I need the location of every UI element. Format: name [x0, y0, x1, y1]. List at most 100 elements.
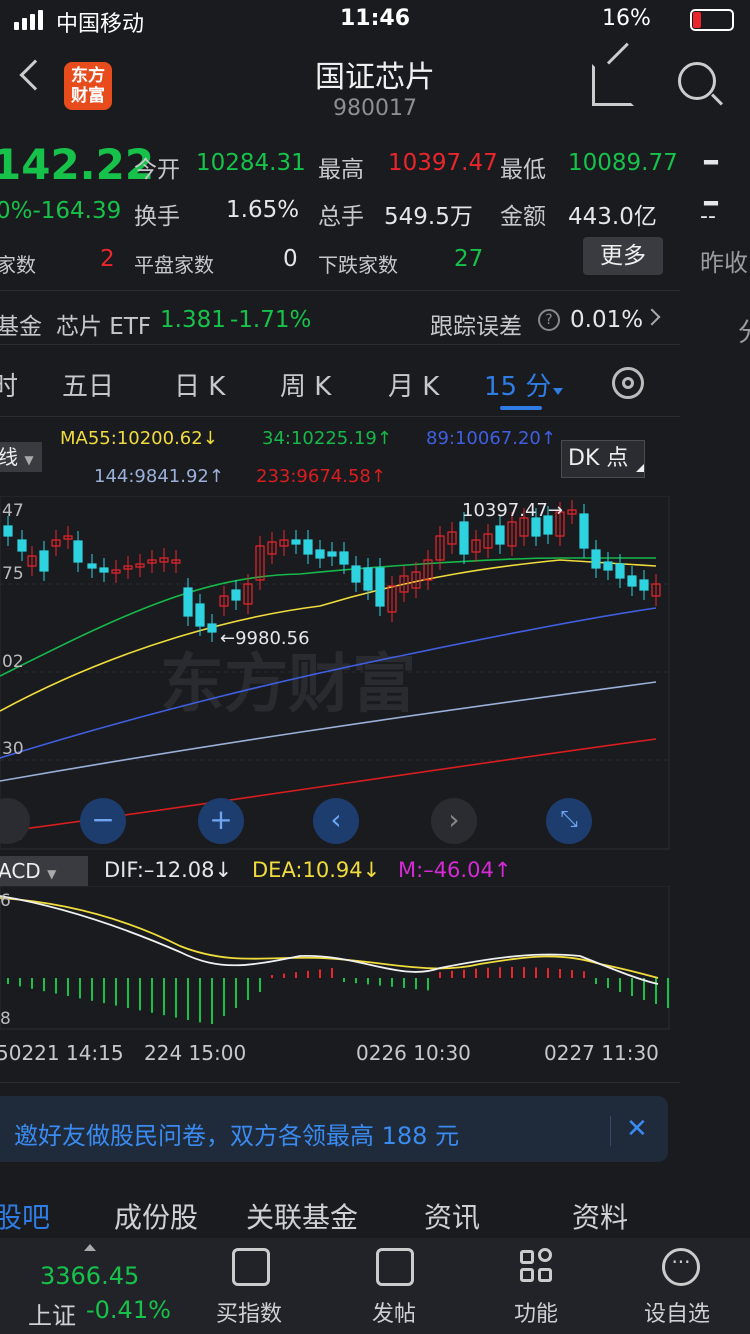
price-change: 0%-164.39 [0, 198, 122, 224]
page-title: 国证芯片 [315, 60, 435, 95]
grid-icon[interactable] [520, 1250, 534, 1264]
tab-related-funds[interactable]: 关联基金 [246, 1196, 358, 1236]
ma144-legend: 144:9841.92↑ [94, 466, 224, 487]
chevron-right-icon [643, 308, 661, 326]
prev-close-label: 昨收 [700, 249, 748, 277]
flat-count: 0 [283, 246, 298, 272]
volume-label: 总手 [318, 204, 364, 230]
price-axis-label: 30 [2, 739, 24, 759]
candle-body [615, 563, 625, 579]
time-label: 224 15:00 [144, 1041, 247, 1065]
header: 东方 财富 国证芯片 980017 [0, 40, 750, 130]
index-change[interactable]: -0.41% [86, 1296, 171, 1324]
fund-row[interactable]: 基金 芯片 ETF 1.381 -1.71% 跟踪误差 ? 0.01% [0, 295, 680, 343]
tab-daily[interactable]: 日 K [174, 366, 225, 403]
post-label[interactable]: 发帖 [372, 1296, 416, 1328]
divider [0, 290, 680, 291]
dk-point-button[interactable]: DK 点 [561, 440, 645, 478]
promo-banner-text[interactable]: 邀好友做股民问卷，双方各领最高 188 元 [14, 1116, 459, 1151]
candle-body [3, 525, 13, 537]
high-annotation: 10397.47→ [462, 500, 563, 521]
fullscreen-button[interactable]: ⤡ [546, 798, 592, 844]
up-count: 2 [100, 246, 115, 272]
low-annotation: ←9980.56 [220, 628, 310, 649]
macd-axis-label: 6 [0, 891, 11, 911]
tab-constituents[interactable]: 成份股 [114, 1196, 198, 1236]
tab-news[interactable]: 资讯 [424, 1196, 480, 1236]
price-axis-label: 02 [2, 652, 24, 672]
signal-icon [14, 10, 43, 30]
side-dash: -- [700, 204, 716, 229]
index-value[interactable]: 3366.45 [40, 1262, 139, 1290]
tab-monthly[interactable]: 月 K [388, 366, 439, 403]
candle-body [495, 525, 505, 545]
scroll-right-button[interactable]: › [431, 798, 477, 844]
carrier-name: 中国移动 [56, 12, 145, 37]
candle-body [315, 549, 325, 559]
scroll-left-button[interactable]: ‹ [313, 798, 359, 844]
tab-intraday[interactable]: 时 [0, 366, 18, 403]
high-label: 最高 [318, 157, 364, 183]
candle-body [579, 513, 589, 549]
candle-body [627, 575, 637, 587]
candle-body [603, 561, 613, 571]
candle-body [231, 589, 241, 601]
grid-icon-circle [538, 1248, 552, 1262]
close-icon[interactable]: ✕ [626, 1114, 648, 1144]
add-watchlist-label[interactable]: 设自选 [644, 1296, 710, 1328]
fund-name: 芯片 ETF [56, 314, 152, 340]
grid-icon-cell [520, 1268, 534, 1282]
candle-body [207, 623, 217, 633]
battery-percent: 16% [602, 6, 651, 31]
macd-chart[interactable]: 6 8 [0, 886, 670, 1030]
zoom-in-button[interactable]: + [198, 798, 244, 844]
tracking-label: 跟踪误差 [430, 314, 522, 340]
active-tab-indicator [500, 406, 542, 410]
functions-label[interactable]: 功能 [514, 1296, 558, 1328]
dropdown-triangle-icon [553, 388, 563, 395]
ma55-legend: MA55:10200.62↓ [60, 428, 218, 449]
more-dots-icon[interactable]: ··· [662, 1248, 700, 1286]
buy-index-label[interactable]: 买指数 [216, 1296, 282, 1328]
tab-five-day[interactable]: 五日 [62, 366, 114, 403]
corner-triangle-icon [628, 464, 644, 472]
macd-select[interactable]: ACD ▼ [0, 856, 88, 886]
tracking-value: 0.01% [570, 307, 644, 333]
more-button[interactable]: 更多 [583, 237, 663, 275]
bottom-nav: 3366.45 上证 -0.41% 买指数 发帖 功能 ··· 设自选 [0, 1238, 750, 1334]
ma34-legend: 34:10225.19↑ [262, 428, 392, 449]
ma233-legend: 233:9674.58↑ [256, 466, 386, 487]
search-icon[interactable] [678, 62, 716, 100]
amount-value: 443.0亿 [568, 204, 657, 230]
kline-chart[interactable]: 东方财富 10397.47→ ←9980.56 47 75 02 30 58 [0, 496, 670, 850]
banner-divider [610, 1116, 611, 1146]
candle-body [17, 539, 27, 552]
trend-chart-icon[interactable] [232, 1248, 270, 1286]
time-label: 0227 11:30 [544, 1041, 659, 1065]
candle-body [183, 587, 193, 617]
time-label: 50221 14:15 [0, 1041, 124, 1065]
price-axis-label: 47 [2, 501, 24, 521]
divider [0, 416, 680, 417]
flat-count-label: 平盘家数 [134, 253, 214, 277]
index-name[interactable]: 上证 [28, 1296, 76, 1331]
price-axis-label: 75 [2, 564, 24, 584]
candle-body [351, 565, 361, 583]
down-count-label: 下跌家数 [318, 253, 398, 277]
share-icon[interactable] [592, 64, 634, 106]
tab-profile[interactable]: 资料 [572, 1196, 628, 1236]
side-tab-char: 分 [738, 312, 750, 349]
edit-icon[interactable] [376, 1248, 414, 1286]
fund-price: 1.381 [160, 307, 226, 333]
indicator-select[interactable]: 线 ▼ [0, 442, 42, 472]
fund-change: -1.71% [230, 307, 312, 333]
candle-body [291, 539, 301, 545]
candle-body [73, 540, 83, 563]
gear-icon-center [622, 377, 634, 389]
tab-weekly[interactable]: 周 K [280, 366, 331, 403]
watermark: 东方财富 [160, 648, 416, 722]
tab-15min[interactable]: 15 分 [484, 366, 551, 403]
tab-guba[interactable]: 股吧 [0, 1196, 50, 1236]
help-icon[interactable]: ? [538, 309, 560, 331]
zoom-out-button[interactable]: − [80, 798, 126, 844]
